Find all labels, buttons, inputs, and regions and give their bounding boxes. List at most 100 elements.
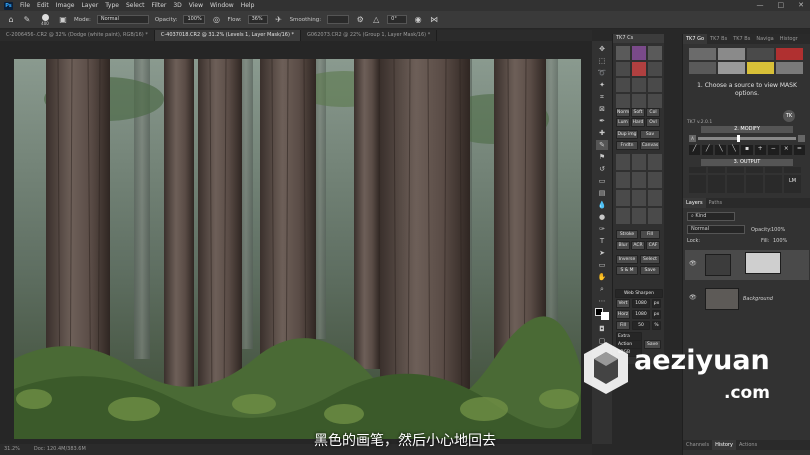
type-tool-icon[interactable]: T [596, 236, 608, 246]
tk7-tool-icon[interactable] [632, 208, 646, 224]
tk7-fill-button[interactable]: Fill [640, 230, 660, 239]
tk7-vert-button[interactable]: Vert [616, 299, 630, 308]
background-color[interactable] [601, 312, 609, 320]
menu-layer[interactable]: Layer [81, 2, 98, 9]
menu-filter[interactable]: Filter [152, 2, 167, 9]
tk7-tool-icon[interactable] [616, 208, 630, 224]
tk7-tool-icon[interactable] [616, 78, 630, 92]
brush-icon[interactable]: ╲ [715, 145, 727, 155]
visibility-eye-icon[interactable]: 👁 [689, 294, 697, 301]
menu-image[interactable]: Image [56, 2, 75, 9]
clone-stamp-tool-icon[interactable]: ⚑ [596, 152, 608, 162]
output-button[interactable] [765, 167, 782, 173]
output-button[interactable] [689, 167, 706, 173]
blend-mode-select[interactable]: Normal [687, 225, 745, 234]
tk7-s-and-m-button[interactable]: S & M [616, 266, 638, 275]
tab-tk7-go[interactable]: TK7 Go [683, 34, 708, 44]
frame-tool-icon[interactable]: ⊠ [596, 104, 608, 114]
output-button[interactable] [746, 175, 763, 193]
tk7-fill-amount-button[interactable]: Fill [616, 321, 630, 330]
tk7-tool-icon[interactable] [632, 62, 646, 76]
menu-help[interactable]: Help [241, 2, 255, 9]
slider-a-icon[interactable]: A [689, 134, 696, 142]
crop-tool-icon[interactable]: ⌗ [596, 92, 608, 102]
layer-row-levels[interactable]: 👁 [685, 250, 809, 280]
brush-preset-picker[interactable]: 400 [38, 13, 52, 26]
dodge-tool-icon[interactable]: ● [596, 212, 608, 222]
history-brush-tool-icon[interactable]: ↺ [596, 164, 608, 174]
path-select-tool-icon[interactable]: ➤ [596, 248, 608, 258]
blur-tool-icon[interactable]: 💧 [596, 200, 608, 210]
angle-field[interactable]: 0° [387, 15, 408, 24]
tk7-tool-icon[interactable] [648, 154, 662, 170]
tab-document-2[interactable]: C-4037018.CR2 @ 31.2% (Levels 1, Layer M… [154, 30, 301, 41]
pressure-size-icon[interactable]: ◉ [413, 15, 423, 25]
equals-icon[interactable]: = [793, 145, 805, 155]
brush-icon[interactable]: ╱ [689, 145, 701, 155]
source-button[interactable] [776, 48, 803, 60]
slider-reset-icon[interactable] [798, 134, 805, 142]
source-button[interactable] [689, 48, 716, 60]
tk7-tool-icon[interactable] [648, 208, 662, 224]
shape-tool-icon[interactable]: ▭ [596, 260, 608, 270]
pressure-opacity-icon[interactable]: ◎ [211, 15, 221, 25]
menu-file[interactable]: File [20, 2, 30, 9]
forest-photo[interactable] [14, 59, 581, 439]
home-icon[interactable]: ⌂ [6, 15, 16, 25]
smoothing-options-icon[interactable]: ⚙ [355, 15, 365, 25]
gradient-tool-icon[interactable]: ▤ [596, 188, 608, 198]
brush-settings-icon[interactable]: ▣ [58, 15, 68, 25]
lm-button[interactable]: LM [784, 175, 801, 193]
output-button[interactable] [708, 175, 725, 193]
eraser-tool-icon[interactable]: ▭ [596, 176, 608, 186]
tk7-tool-icon[interactable] [616, 154, 630, 170]
layer-mask-thumb[interactable] [745, 252, 781, 274]
menu-edit[interactable]: Edit [37, 2, 49, 9]
smoothing-field[interactable] [327, 15, 350, 24]
pen-tool-icon[interactable]: ✑ [596, 224, 608, 234]
slider-handle[interactable] [737, 134, 741, 142]
tk7-horz-button[interactable]: Horz [616, 310, 630, 319]
tk7-fill-amount-value[interactable]: 50 [632, 321, 650, 330]
visibility-eye-icon[interactable]: 👁 [689, 260, 697, 267]
output-button[interactable] [784, 167, 801, 173]
output-button[interactable] [708, 167, 725, 173]
tk7-ovl-button[interactable]: Ovl [646, 118, 660, 127]
tk7-tool-icon[interactable] [616, 94, 630, 108]
menu-select[interactable]: Select [126, 2, 145, 9]
tab-layers[interactable]: Layers [683, 198, 706, 208]
tk7-caf-button[interactable]: CAF [646, 241, 660, 250]
quick-select-tool-icon[interactable]: ✦ [596, 80, 608, 90]
tk7-soft-button[interactable]: Soft [631, 108, 645, 117]
tk7-col-button[interactable]: Col [646, 108, 660, 117]
brush-icon[interactable]: ▪ [741, 145, 753, 155]
tk7-dup-img-button[interactable]: Dup img [616, 130, 638, 139]
tk7-tool-icon[interactable] [648, 46, 662, 60]
tk7-tool-icon[interactable] [632, 172, 646, 188]
tab-tk7-bs-1[interactable]: TK7 Bs [707, 34, 730, 44]
tk7-tool-icon[interactable] [648, 190, 662, 206]
tk7-canvas-button[interactable]: Canvas [640, 141, 660, 150]
marquee-tool-icon[interactable]: ⬚ [596, 56, 608, 66]
lasso-tool-icon[interactable]: ➰ [596, 68, 608, 78]
quick-mask-icon[interactable]: ◘ [596, 324, 608, 334]
tk7-stroke-button[interactable]: Stroke [616, 230, 638, 239]
hand-tool-icon[interactable]: ✋ [596, 272, 608, 282]
tk7-lum-button[interactable]: Lum [616, 118, 630, 127]
tk7-tool-icon[interactable] [648, 94, 662, 108]
tk7-tool-icon[interactable] [632, 154, 646, 170]
output-button[interactable] [689, 175, 706, 193]
angle-icon[interactable]: △ [371, 15, 381, 25]
tk7-sav-button[interactable]: Sav [640, 130, 660, 139]
tab-histogram[interactable]: Histogr [777, 34, 801, 44]
minimize-button[interactable]: — [757, 0, 764, 11]
tk7-fndtn-button[interactable]: Fndtn [616, 141, 638, 150]
source-button[interactable] [718, 48, 745, 60]
output-button[interactable] [746, 167, 763, 173]
tab-navigator[interactable]: Naviga [753, 34, 776, 44]
tk7-tool-icon[interactable] [648, 172, 662, 188]
brush-tool-icon[interactable]: ✎ [22, 15, 32, 25]
tk7-tool-icon[interactable] [616, 62, 630, 76]
tk7-tool-icon[interactable] [616, 46, 630, 60]
tk7-save-button[interactable]: Save [640, 266, 660, 275]
